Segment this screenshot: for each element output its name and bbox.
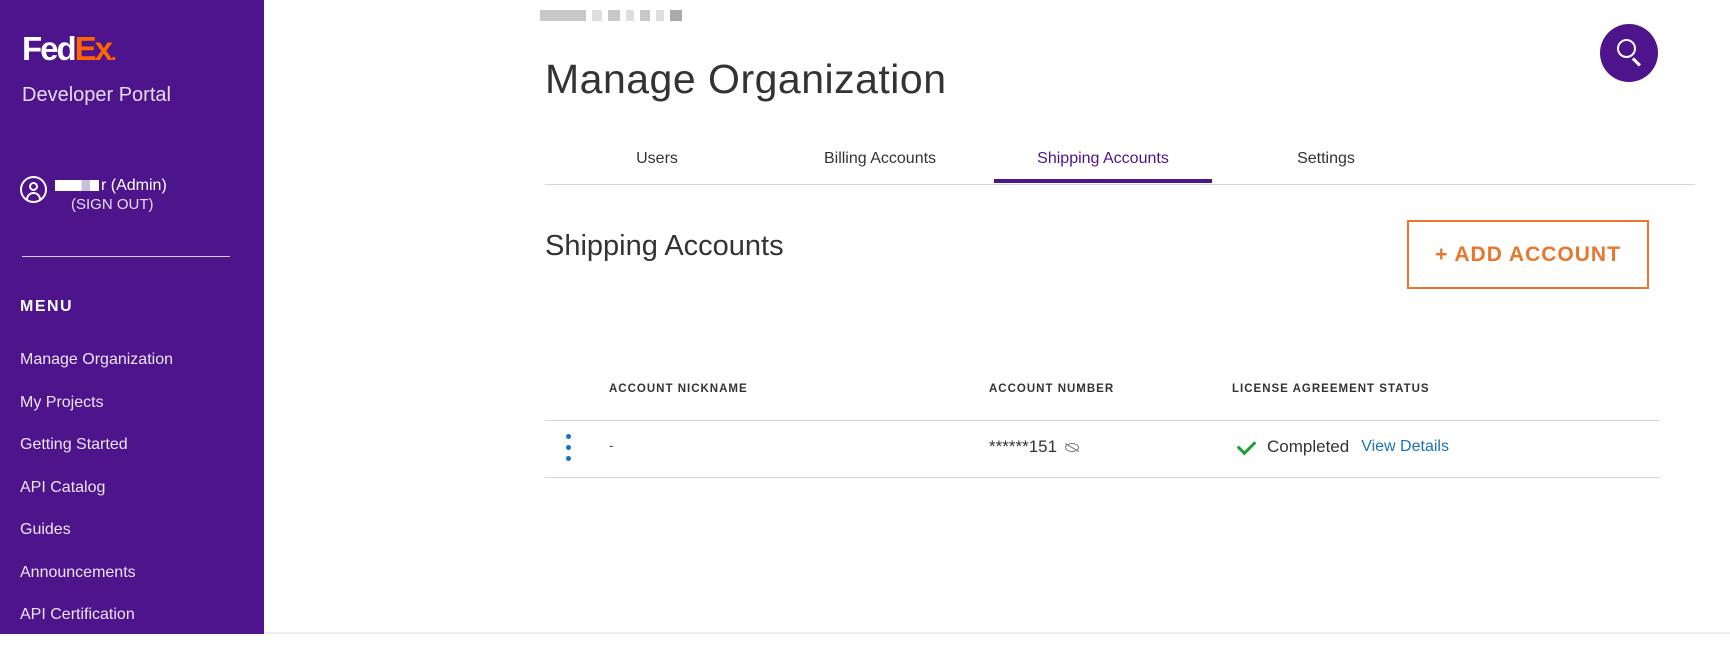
row-actions-menu-icon[interactable] <box>563 434 573 464</box>
table-header: ACCOUNT NICKNAME ACCOUNT NUMBER LICENSE … <box>545 375 1660 421</box>
user-icon <box>20 176 47 203</box>
account-nickname: - <box>609 437 614 453</box>
logo-dot: . <box>111 43 116 65</box>
sidebar-item-announcements[interactable]: Announcements <box>20 563 173 606</box>
search-button[interactable] <box>1600 24 1658 82</box>
checkmark-icon <box>1236 435 1257 455</box>
sidebar-divider <box>22 256 230 257</box>
account-number: ******151 <box>989 437 1058 456</box>
active-tab-indicator <box>994 179 1212 183</box>
sidebar-menu: Manage Organization My Projects Getting … <box>20 350 173 648</box>
redacted-username <box>55 180 99 191</box>
license-status-cell: Completed View Details <box>1236 435 1449 457</box>
user-info: r (Admin) (SIGN OUT) <box>20 176 167 214</box>
sidebar-item-api-certification[interactable]: API Certification <box>20 605 173 648</box>
table-row: - ******151 Completed View Details <box>545 421 1660 478</box>
logo-fed: Fed <box>22 30 77 67</box>
column-header-nickname: ACCOUNT NICKNAME <box>609 383 748 395</box>
view-details-link[interactable]: View Details <box>1361 438 1449 456</box>
menu-title: MENU <box>20 298 74 315</box>
eye-slash-icon[interactable] <box>1064 442 1080 452</box>
sidebar-item-api-catalog[interactable]: API Catalog <box>20 478 173 521</box>
column-header-license-status: LICENSE AGREEMENT STATUS <box>1232 383 1430 395</box>
tab-settings[interactable]: Settings <box>1217 150 1435 168</box>
logo-ex: Ex <box>74 30 113 67</box>
sidebar-item-getting-started[interactable]: Getting Started <box>20 435 173 478</box>
account-number-cell: ******151 <box>989 437 1080 457</box>
license-status: Completed <box>1267 437 1350 456</box>
sign-out-link[interactable]: (SIGN OUT) <box>55 195 167 214</box>
org-tabs: Users Billing Accounts Shipping Accounts… <box>545 142 1695 185</box>
section-title: Shipping Accounts <box>545 230 784 262</box>
tab-billing-accounts[interactable]: Billing Accounts <box>771 150 989 168</box>
fedex-logo[interactable]: FedEx. <box>22 30 116 67</box>
portal-name: Developer Portal <box>22 84 171 106</box>
sidebar: FedEx. Developer Portal r (Admin) (SIGN … <box>0 0 264 634</box>
sidebar-item-guides[interactable]: Guides <box>20 520 173 563</box>
shipping-accounts-table: ACCOUNT NICKNAME ACCOUNT NUMBER LICENSE … <box>545 375 1660 478</box>
breadcrumb <box>540 10 682 21</box>
user-role: r (Admin) <box>101 177 167 194</box>
tab-users[interactable]: Users <box>548 150 766 168</box>
sidebar-item-my-projects[interactable]: My Projects <box>20 393 173 436</box>
sidebar-item-manage-organization[interactable]: Manage Organization <box>20 350 173 393</box>
tab-shipping-accounts[interactable]: Shipping Accounts <box>994 150 1212 168</box>
page-title: Manage Organization <box>545 56 947 102</box>
column-header-account-number: ACCOUNT NUMBER <box>989 383 1115 395</box>
add-account-button[interactable]: + ADD ACCOUNT <box>1407 220 1649 289</box>
